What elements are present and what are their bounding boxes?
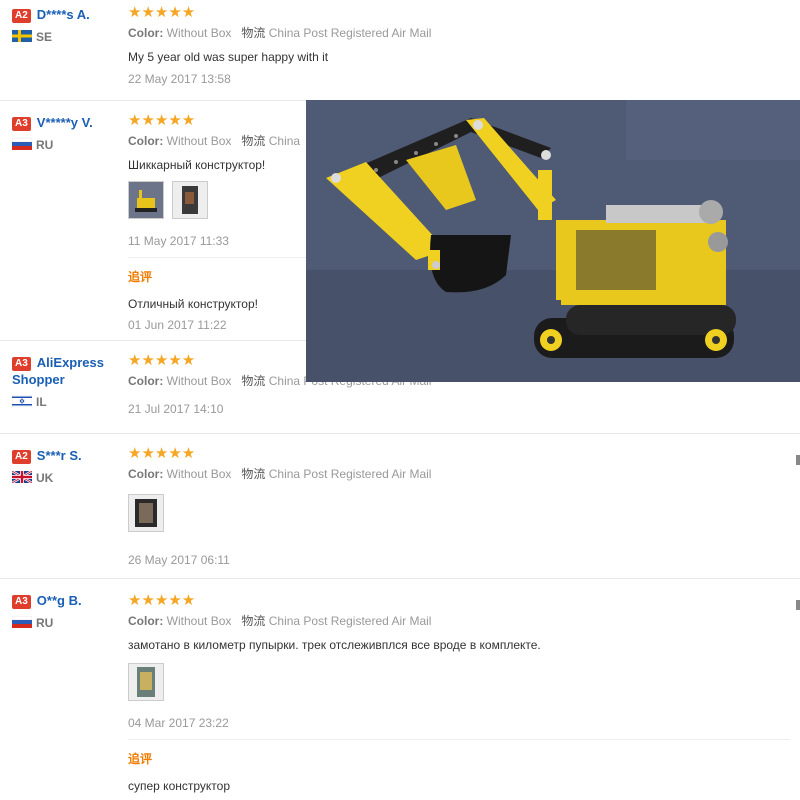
reviewer-name[interactable]: A3 O**g B. [12, 592, 122, 609]
review-content: ★★★★★ Color: Without Box物流 China Post Re… [128, 4, 790, 87]
box-thumb-icon [135, 499, 157, 527]
country: RU [12, 616, 122, 630]
level-badge: A2 [12, 9, 31, 23]
review-item: A2 D****s A. SE ★★★★★ Color: Without Box 物… [0, 0, 800, 101]
followup-text: супер конструктор [128, 779, 230, 793]
followup-label: 追评 [128, 752, 153, 766]
reviewer-info: A3 V*****y V. RU [12, 114, 122, 152]
review-photo-thumb[interactable] [172, 181, 209, 219]
review-item: A2 S***r S. UK ★★★★★ Color: Without Box 物流… [0, 433, 800, 579]
reviewer-info: A2 D****s A. SE [12, 6, 122, 44]
review-time: 22 May 2017 13:58 [128, 72, 231, 86]
country: SE [12, 30, 122, 44]
review-text: My 5 year old was super happy with it [128, 50, 329, 64]
review-text: замотано в километр пупырки. трек отслеж… [128, 638, 541, 652]
star-rating: ★★★★★ [128, 592, 196, 609]
review-photo-thumb[interactable] [128, 181, 164, 219]
review-time: 21 Jul 2017 14:10 [128, 402, 224, 416]
star-rating: ★★★★★ [128, 445, 196, 462]
reviewer-name[interactable]: A3 V*****y V. [12, 114, 122, 131]
enlarged-review-photo[interactable] [306, 100, 800, 382]
box-thumb-icon [182, 186, 199, 214]
review-photo-thumb[interactable] [128, 663, 164, 701]
level-badge: A3 [12, 595, 31, 609]
reviewer-info: A3 O**g B. RU [12, 592, 122, 630]
reviewer-name[interactable]: A2 D****s A. [12, 6, 122, 23]
country: UK [12, 471, 122, 485]
level-badge: A3 [12, 357, 31, 371]
reviewer-name[interactable]: A2 S***r S. [12, 447, 122, 464]
flag-ru-icon [12, 138, 32, 150]
flag-ru-icon [12, 616, 32, 628]
review-photos [128, 663, 790, 703]
flag-se-icon [12, 30, 32, 42]
country: IL [12, 395, 122, 409]
scroll-marker [796, 455, 800, 465]
reviewer-name[interactable]: A3 AliExpress Shopper [12, 354, 122, 388]
flag-il-icon [12, 395, 32, 407]
review-time: 26 May 2017 06:11 [128, 553, 230, 567]
review-time: 04 Mar 2017 23:22 [128, 716, 229, 730]
reviewer-info: A3 AliExpress Shopper IL [12, 354, 122, 409]
reviewer-info: A2 S***r S. UK [12, 447, 122, 485]
package-thumb-icon [137, 667, 155, 697]
divider [128, 739, 790, 740]
review-content: ★★★★★ Color: Without Box物流 China Post Re… [128, 592, 790, 794]
review-photos [128, 494, 790, 534]
flag-uk-icon [12, 471, 32, 483]
scroll-marker [796, 600, 800, 610]
review-item: A3 O**g B. RU ★★★★★ Color: Without Box 物流 … [0, 578, 800, 800]
country: RU [12, 138, 122, 152]
level-badge: A2 [12, 450, 31, 464]
order-info: Color: Without Box物流 China Post Register… [128, 614, 432, 628]
order-info: Color: Without Box物流 China Post Register… [128, 467, 432, 481]
review-content: ★★★★★ Color: Without Box物流 China Post Re… [128, 445, 790, 568]
star-rating: ★★★★★ [128, 4, 196, 21]
excavator-thumb-icon [135, 190, 157, 212]
order-info: Color: Without Box物流 China Post Register… [128, 26, 432, 40]
review-photo-thumb[interactable] [128, 494, 164, 532]
level-badge: A3 [12, 117, 31, 131]
